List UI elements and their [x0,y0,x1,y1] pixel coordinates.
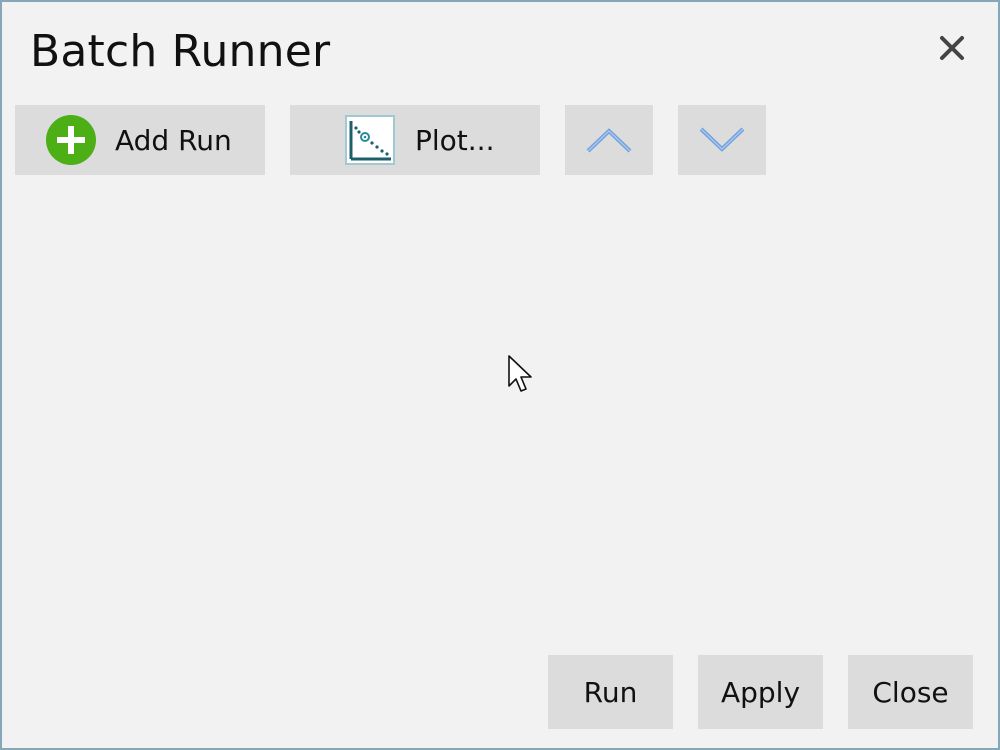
dialog-title: Batch Runner [30,26,331,77]
add-run-label: Add Run [115,123,232,157]
add-circle-icon [46,115,96,165]
runs-list[interactable] [15,192,985,632]
close-icon[interactable] [936,32,968,64]
chevron-down-icon [699,127,745,152]
plot-icon [345,115,395,165]
batch-runner-dialog: Batch Runner Add Run Plot... Run Apply C… [0,0,1000,750]
add-run-button[interactable]: Add Run [15,105,265,175]
move-up-button[interactable] [565,105,653,175]
chevron-up-icon [586,128,632,153]
plot-button[interactable]: Plot... [290,105,540,175]
close-button[interactable]: Close [848,655,973,729]
run-button[interactable]: Run [548,655,673,729]
move-down-button[interactable] [678,105,766,175]
mouse-cursor-icon [508,355,532,392]
apply-button[interactable]: Apply [698,655,823,729]
plot-label: Plot... [415,123,495,157]
